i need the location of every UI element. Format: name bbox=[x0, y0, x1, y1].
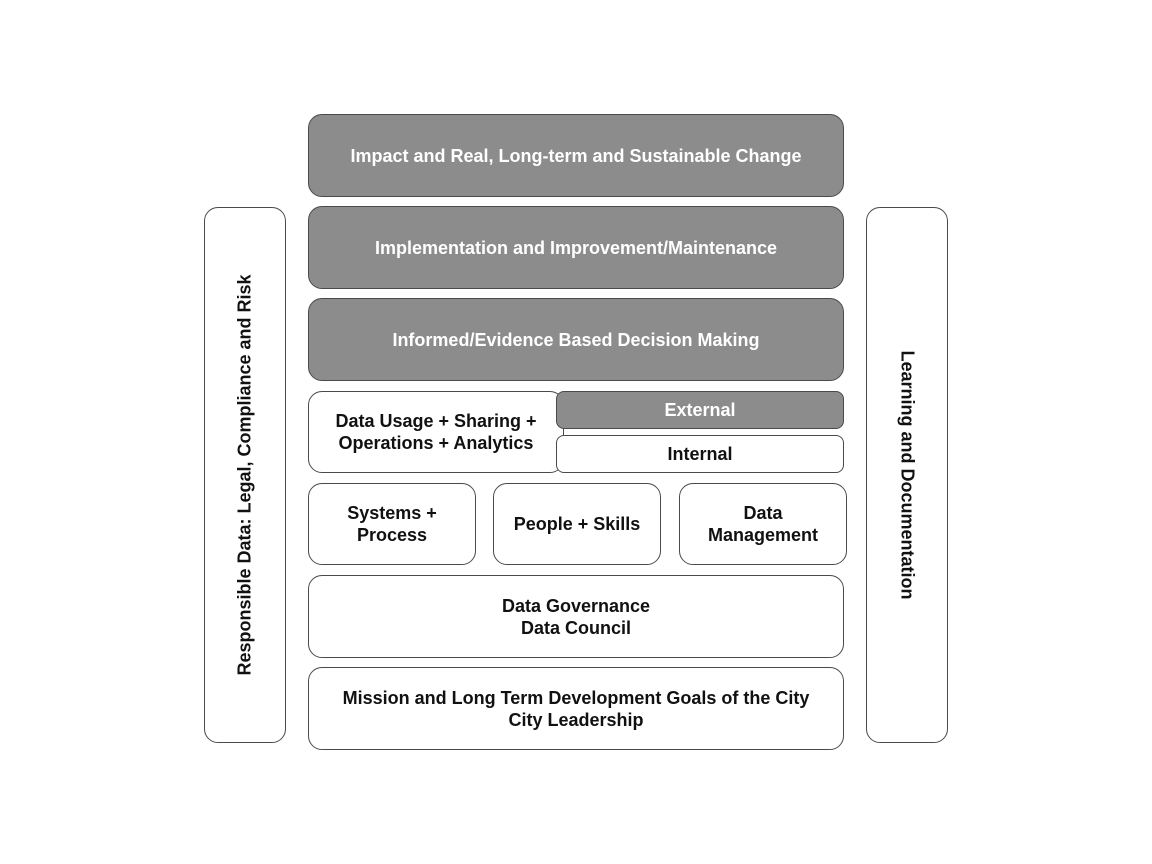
implementation-tier-label: Implementation and Improvement/Maintenan… bbox=[374, 237, 778, 258]
implementation-tier: Implementation and Improvement/Maintenan… bbox=[308, 206, 844, 289]
data-usage-label: Data Usage + Sharing + Operations + Anal… bbox=[335, 411, 537, 453]
decision-making-tier: Informed/Evidence Based Decision Making bbox=[308, 298, 844, 381]
decision-making-tier-label: Informed/Evidence Based Decision Making bbox=[392, 329, 760, 350]
internal-label: Internal bbox=[667, 444, 733, 464]
left-pillar: Responsible Data: Legal, Compliance and … bbox=[204, 207, 286, 743]
mission-tier: Mission and Long Term Development Goals … bbox=[308, 667, 844, 750]
data-usage-box: Data Usage + Sharing + Operations + Anal… bbox=[308, 391, 564, 473]
people-skills-box: People + Skills bbox=[493, 483, 661, 565]
external-label: External bbox=[664, 400, 736, 420]
mission-label: Mission and Long Term Development Goals … bbox=[342, 687, 810, 730]
people-skills-label: People + Skills bbox=[513, 514, 641, 534]
impact-tier: Impact and Real, Long-term and Sustainab… bbox=[308, 114, 844, 197]
right-pillar: Learning and Documentation bbox=[866, 207, 948, 743]
systems-process-box: Systems + Process bbox=[308, 483, 476, 565]
data-governance-label: Data Governance Data Council bbox=[501, 595, 651, 638]
data-management-label: Data Management bbox=[707, 503, 819, 545]
internal-box: Internal bbox=[556, 435, 844, 473]
data-governance-tier: Data Governance Data Council bbox=[308, 575, 844, 658]
systems-process-label: Systems + Process bbox=[347, 503, 437, 545]
impact-tier-label: Impact and Real, Long-term and Sustainab… bbox=[350, 145, 802, 166]
external-box: External bbox=[556, 391, 844, 429]
left-pillar-label: Responsible Data: Legal, Compliance and … bbox=[234, 274, 255, 676]
right-pillar-label: Learning and Documentation bbox=[897, 350, 918, 600]
data-management-box: Data Management bbox=[679, 483, 847, 565]
